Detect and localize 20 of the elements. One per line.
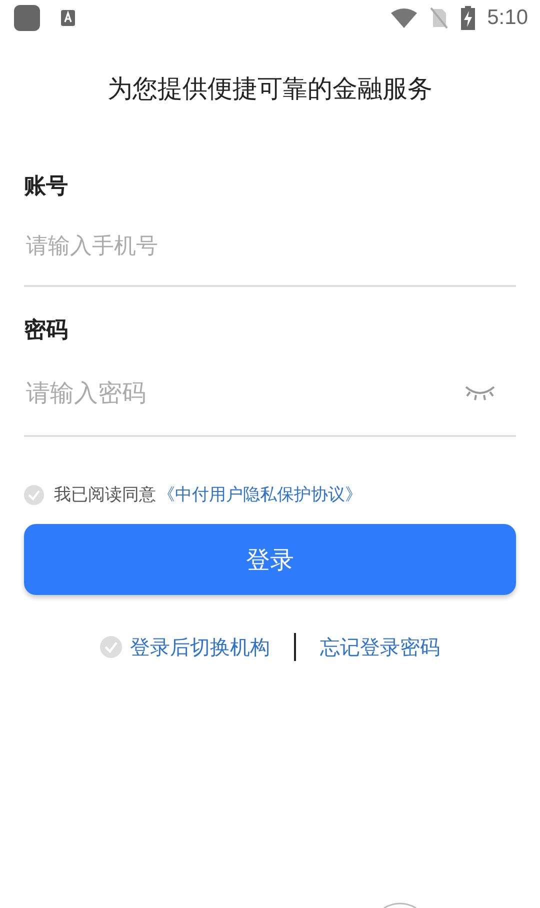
keyboard-icon	[60, 8, 76, 26]
field-label: 密码	[24, 316, 69, 345]
arc-icon	[383, 902, 417, 908]
clock-time: 5:10	[487, 6, 528, 30]
field-label: 账号	[24, 173, 69, 201]
switch-organization-label[interactable]: 登录后切换机构	[130, 634, 270, 660]
wifi-icon	[391, 8, 418, 28]
no-sim-icon	[429, 6, 450, 28]
eye-closed-icon[interactable]	[464, 385, 496, 401]
phone-field[interactable]: 请输入手机号	[24, 232, 516, 260]
privacy-policy-link[interactable]: 《中付用户隐私保护协议》	[158, 483, 362, 506]
checkbox[interactable]	[24, 484, 44, 504]
subtitle: 为您提供便捷可靠的金融服务	[106, 73, 434, 105]
battery-charging-icon	[461, 6, 476, 30]
forgot-password-link[interactable]: 忘记登录密码	[320, 634, 440, 660]
checkbox[interactable]	[100, 636, 122, 658]
login-button[interactable]: 登录	[24, 524, 516, 595]
password-field[interactable]: 请输入密码	[24, 378, 464, 408]
agreement-text: 我已阅读同意	[54, 484, 156, 506]
app-icon	[14, 4, 40, 30]
